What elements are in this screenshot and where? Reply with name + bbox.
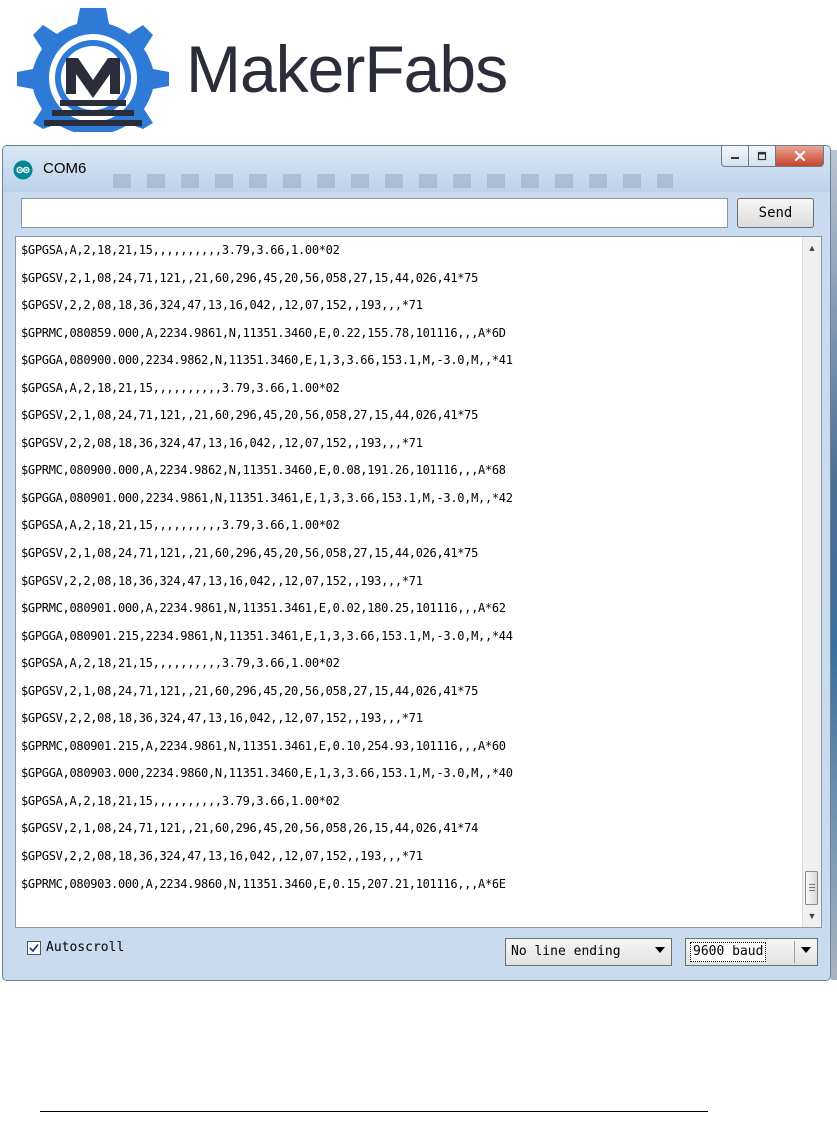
output-line: $GPRMC,080901.000,A,2234.9861,N,11351.34… <box>21 601 506 616</box>
autoscroll-checkbox[interactable] <box>27 940 41 955</box>
status-bar: Autoscroll No line ending 9600 baud <box>15 932 822 972</box>
output-line: $GPGSV,2,1,08,24,71,121,,21,60,296,45,20… <box>21 408 479 423</box>
output-line: $GPGSV,2,1,08,24,71,121,,21,60,296,45,20… <box>21 821 479 836</box>
output-line: $GPGGA,080900.000,2234.9862,N,11351.3460… <box>21 353 513 368</box>
checkmark-icon <box>29 943 39 952</box>
line-ending-select[interactable]: No line ending <box>505 938 672 966</box>
output-line: $GPGSV,2,1,08,24,71,121,,21,60,296,45,20… <box>21 546 479 561</box>
output-line: $GPRMC,080859.000,A,2234.9861,N,11351.34… <box>21 325 506 340</box>
serial-input[interactable] <box>21 198 728 228</box>
minimize-icon <box>731 157 739 159</box>
grip-line <box>809 887 815 888</box>
output-line: $GPGGA,080901.215,2234.9861,N,11351.3461… <box>21 628 513 643</box>
send-row: Send <box>15 196 818 230</box>
output-line: $GPRMC,080901.215,A,2234.9861,N,11351.34… <box>21 738 506 753</box>
arduino-infinity-icon <box>13 160 33 180</box>
output-line: $GPGSV,2,1,08,24,71,121,,21,60,296,45,20… <box>21 683 479 698</box>
output-line: $GPGSV,2,2,08,18,36,324,47,13,16,042,,12… <box>21 435 423 450</box>
maximize-button[interactable] <box>749 146 776 167</box>
output-line: $GPGSV,2,1,08,24,71,121,,21,60,296,45,20… <box>21 270 479 285</box>
output-line: $GPGSV,2,2,08,18,36,324,47,13,16,042,,12… <box>21 573 423 588</box>
grip-line <box>809 890 815 891</box>
vertical-scrollbar[interactable]: ▲ ▼ <box>802 237 821 927</box>
autoscroll-toggle[interactable]: Autoscroll <box>27 940 124 955</box>
output-line: $GPGGA,080901.000,2234.9861,N,11351.3461… <box>21 490 513 505</box>
baud-rate-value: 9600 baud <box>690 942 767 962</box>
title-bar[interactable]: COM6 <box>3 146 830 192</box>
output-line: $GPGSA,A,2,18,21,15,,,,,,,,,,3.79,3.66,1… <box>21 380 340 395</box>
baud-rate-select[interactable]: 9600 baud <box>685 938 818 966</box>
titlebar-background-blur <box>113 174 673 188</box>
close-button[interactable] <box>776 146 824 167</box>
scroll-down-icon[interactable]: ▼ <box>807 911 817 921</box>
page-divider <box>40 1111 708 1112</box>
close-icon <box>794 150 805 162</box>
output-line: $GPGSA,A,2,18,21,15,,,,,,,,,,3.79,3.66,1… <box>21 518 340 533</box>
makerfabs-logo: MakerFabs <box>8 2 578 133</box>
output-line: $GPGSA,A,2,18,21,15,,,,,,,,,,3.79,3.66,1… <box>21 793 340 808</box>
output-line: $GPRMC,080903.000,A,2234.9860,N,11351.34… <box>21 876 506 891</box>
send-button[interactable]: Send <box>737 198 814 228</box>
scroll-thumb[interactable] <box>805 871 818 905</box>
output-line: $GPGGA,080903.000,2234.9860,N,11351.3460… <box>21 766 513 781</box>
window-controls <box>721 146 824 168</box>
window-title: COM6 <box>43 160 87 177</box>
output-line: $GPGSV,2,2,08,18,36,324,47,13,16,042,,12… <box>21 298 423 313</box>
scroll-up-icon[interactable]: ▲ <box>807 243 817 253</box>
maximize-icon <box>757 151 767 161</box>
gear-logo-icon <box>17 8 169 133</box>
output-line: $GPGSV,2,2,08,18,36,324,47,13,16,042,,12… <box>21 711 423 726</box>
serial-output[interactable]: $GPGSA,A,2,18,21,15,,,,,,,,,,3.79,3.66,1… <box>15 236 822 928</box>
output-line: $GPGSA,A,2,18,21,15,,,,,,,,,,3.79,3.66,1… <box>21 656 340 671</box>
dropdown-separator <box>794 941 795 963</box>
output-line: $GPGSA,A,2,18,21,15,,,,,,,,,,3.79,3.66,1… <box>21 243 340 257</box>
line-ending-value: No line ending <box>511 944 621 959</box>
serial-monitor-window: COM6 Send $GPGSA,A,2,18,21,15,,,,,,,,,,3… <box>2 145 831 981</box>
output-line: $GPRMC,080900.000,A,2234.9862,N,11351.34… <box>21 463 506 478</box>
output-line: $GPGSV,2,2,08,18,36,324,47,13,16,042,,12… <box>21 849 423 864</box>
minimize-button[interactable] <box>721 146 749 167</box>
grip-line <box>809 884 815 885</box>
desktop-edge <box>831 150 837 980</box>
brand-name: MakerFabs <box>186 32 508 106</box>
autoscroll-label: Autoscroll <box>46 940 125 955</box>
output-lines: $GPGSA,A,2,18,21,15,,,,,,,,,,3.79,3.66,1… <box>21 237 791 927</box>
chevron-down-icon <box>655 947 665 953</box>
chevron-down-icon <box>801 947 811 953</box>
